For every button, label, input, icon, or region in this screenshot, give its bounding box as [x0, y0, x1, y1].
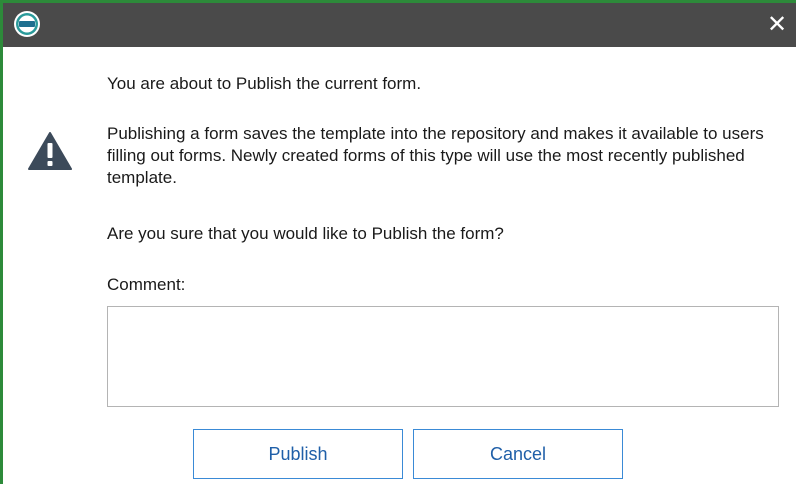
publish-button[interactable]: Publish	[193, 429, 403, 479]
description-text: Publishing a form saves the template int…	[107, 124, 764, 187]
close-button[interactable]: ✕	[762, 10, 792, 40]
app-logo-icon	[14, 11, 40, 37]
cancel-button[interactable]: Cancel	[413, 429, 623, 479]
warning-icon	[28, 132, 72, 170]
intro-text: You are about to Publish the current for…	[107, 74, 422, 93]
comment-input[interactable]	[107, 306, 779, 407]
confirm-question: Are you sure that you would like to Publ…	[107, 224, 504, 243]
title-bar: ✕	[3, 3, 796, 47]
comment-label: Comment:	[107, 275, 186, 294]
publish-dialog: ✕ You are about to Publish the current f…	[0, 0, 796, 484]
